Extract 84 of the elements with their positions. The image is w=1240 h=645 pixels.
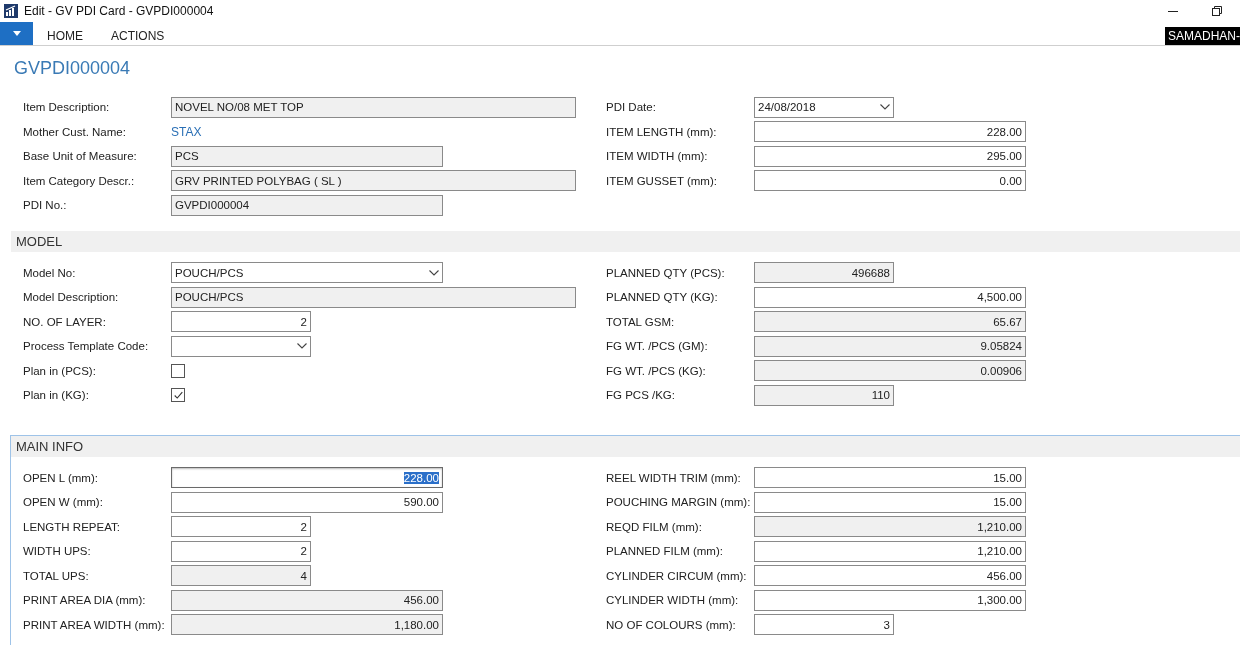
text-field[interactable]: 0.00	[754, 170, 1026, 192]
field-label: Base Unit of Measure:	[23, 150, 138, 163]
text-field[interactable]: POUCH/PCS	[171, 286, 576, 308]
text-field[interactable]: 1,180.00	[171, 614, 443, 636]
field-label: OPEN W (mm):	[23, 496, 104, 509]
chevron-down-icon	[297, 343, 307, 350]
section-header[interactable]: MODEL	[11, 230, 1240, 252]
field-label: Process Template Code:	[23, 340, 150, 353]
text-field[interactable]: 1,210.00	[754, 516, 1026, 538]
field-label: PLANNED FILM (mm):	[606, 545, 724, 558]
text-field[interactable]: 65.67	[754, 311, 1026, 333]
text-field[interactable]: NOVEL NO/08 MET TOP	[171, 96, 576, 118]
text-field[interactable]: 2	[171, 540, 311, 562]
field-label: FG WT. /PCS (KG):	[606, 364, 707, 377]
field-label: REEL WIDTH TRIM (mm):	[606, 471, 742, 484]
checkbox[interactable]	[171, 363, 185, 378]
text-field[interactable]: GVPDI000004	[171, 194, 443, 216]
field-label: PRINT AREA WIDTH (mm):	[23, 618, 166, 631]
app-logo-icon	[4, 4, 18, 18]
field-label: Plan in (PCS):	[23, 364, 97, 377]
field-label: LENGTH REPEAT:	[23, 520, 121, 533]
field-label: NO. OF LAYER:	[23, 315, 107, 328]
restore-icon[interactable]	[1212, 6, 1222, 16]
link[interactable]: STAX	[171, 124, 202, 139]
text-field[interactable]: GRV PRINTED POLYBAG ( SL )	[171, 170, 576, 192]
section-header[interactable]: MAIN INFO	[11, 435, 1240, 457]
text-field[interactable]: 1,210.00	[754, 540, 1026, 562]
field-label: NO OF COLOURS (mm):	[606, 618, 737, 631]
text-field[interactable]: 15.00	[754, 467, 1026, 489]
field-label: TOTAL UPS:	[23, 569, 90, 582]
field-label: PDI No.:	[23, 199, 68, 212]
text-field[interactable]: 2	[171, 516, 311, 538]
window-title: Edit - GV PDI Card - GVPDI000004	[24, 4, 214, 18]
dropdown-field[interactable]: POUCH/PCS	[171, 262, 443, 284]
field-label: PLANNED QTY (KG):	[606, 291, 719, 304]
field-label: OPEN L (mm):	[23, 471, 99, 484]
text-field[interactable]: 4,500.00	[754, 286, 1026, 308]
field-label: Item Category Descr.:	[23, 174, 136, 187]
text-field[interactable]: 456.00	[171, 589, 443, 611]
text-field[interactable]: 295.00	[754, 145, 1026, 167]
field-label: ITEM LENGTH (mm):	[606, 125, 718, 138]
text-field[interactable]: 1,300.00	[754, 589, 1026, 611]
field-label: WIDTH UPS:	[23, 545, 92, 558]
text-field[interactable]: 590.00	[171, 491, 443, 513]
field-label: Model Description:	[23, 291, 120, 304]
text-field[interactable]: 110	[754, 384, 894, 406]
field-label: REQD FILM (mm):	[606, 520, 703, 533]
text-field[interactable]: 0.00906	[754, 360, 1026, 382]
text-field[interactable]: 15.00	[754, 491, 1026, 513]
app-menu-button[interactable]	[0, 22, 33, 45]
text-field[interactable]: 9.05824	[754, 335, 1026, 357]
text-field[interactable]: 496688	[754, 262, 894, 284]
field-label: FG PCS /KG:	[606, 389, 676, 402]
checkbox[interactable]	[171, 388, 185, 403]
field-label: FG WT. /PCS (GM):	[606, 340, 709, 353]
field-label: CYLINDER CIRCUM (mm):	[606, 569, 748, 582]
text-field[interactable]: 228.00	[171, 467, 443, 489]
text-field[interactable]: 4	[171, 565, 311, 587]
field-label: PLANNED QTY (PCS):	[606, 266, 726, 279]
text-field[interactable]: 456.00	[754, 565, 1026, 587]
field-label: TOTAL GSM:	[606, 315, 676, 328]
page-title: GVPDI000004	[13, 57, 132, 80]
user-name-badge: SAMADHAN-	[1165, 27, 1240, 45]
chevron-down-icon	[429, 269, 439, 276]
text-field[interactable]: 2	[171, 311, 311, 333]
chevron-down-icon	[880, 104, 890, 111]
field-label: PRINT AREA DIA (mm):	[23, 594, 147, 607]
field-label: POUCHING MARGIN (mm):	[606, 496, 752, 509]
dropdown-field[interactable]	[171, 335, 311, 357]
text-field[interactable]: PCS	[171, 145, 443, 167]
ribbon-tab[interactable]: HOME	[33, 22, 97, 45]
text-field[interactable]: 228.00	[754, 121, 1026, 143]
caret-down-icon	[12, 31, 21, 36]
field-label: CYLINDER WIDTH (mm):	[606, 594, 740, 607]
field-label: Plan in (KG):	[23, 389, 90, 402]
field-label: ITEM WIDTH (mm):	[606, 150, 709, 163]
dropdown-field[interactable]: 24/08/2018	[754, 96, 894, 118]
field-label: ITEM GUSSET (mm):	[606, 174, 718, 187]
ribbon-tab[interactable]: ACTIONS	[97, 22, 179, 45]
text-field[interactable]: 3	[754, 614, 894, 636]
field-label: Item Description:	[23, 101, 111, 114]
field-label: PDI Date:	[606, 101, 657, 114]
field-label: Mother Cust. Name:	[23, 125, 127, 138]
field-label: Model No:	[23, 266, 77, 279]
